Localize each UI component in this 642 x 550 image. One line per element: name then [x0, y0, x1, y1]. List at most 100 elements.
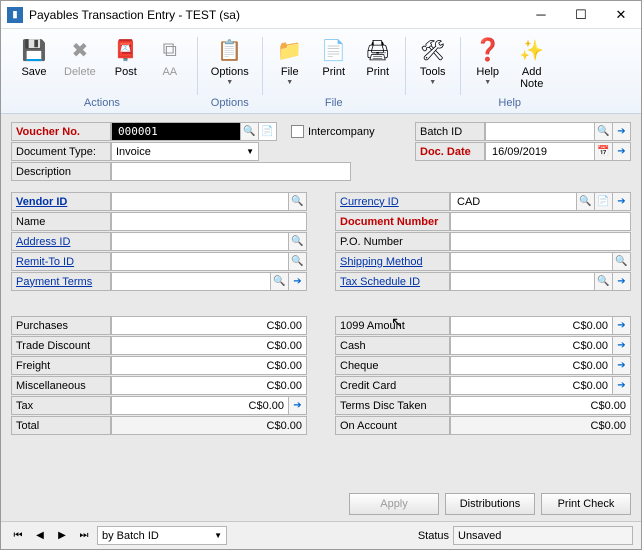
ribbon-group-options: 📋 Options ▼ Options [198, 33, 262, 113]
cash-label: Cash [335, 336, 450, 355]
note-icon[interactable]: 📄 [594, 192, 613, 211]
expand-arrow-icon[interactable]: ➔ [612, 142, 631, 161]
address-id-input[interactable] [116, 235, 284, 249]
app-window: ▮ Payables Transaction Entry - TEST (sa)… [0, 0, 642, 550]
nav-prev-button[interactable]: ◀ [31, 527, 49, 545]
minimize-button[interactable]: ─ [521, 1, 561, 29]
lookup-icon[interactable]: 🔍 [240, 122, 259, 141]
miscellaneous-value[interactable]: C$0.00 [111, 376, 307, 395]
batch-id-label: Batch ID [415, 122, 485, 141]
addnote-label: Add Note [520, 66, 543, 90]
purchases-value[interactable]: C$0.00 [111, 316, 307, 335]
status-label: Status [418, 530, 449, 542]
add-note-button[interactable]: ✨ Add Note [511, 33, 553, 95]
lookup-icon[interactable]: 🔍 [270, 272, 289, 291]
chevron-down-icon: ▼ [484, 79, 491, 86]
tools-label: Tools [420, 66, 446, 78]
lookup-icon[interactable]: 🔍 [612, 252, 631, 271]
document-number-label: Document Number [335, 212, 450, 231]
intercompany-checkbox[interactable] [291, 125, 304, 138]
purchases-label: Purchases [11, 316, 111, 335]
name-input[interactable] [116, 215, 302, 229]
lookup-icon[interactable]: 🔍 [288, 252, 307, 271]
lookup-icon[interactable]: 🔍 [576, 192, 595, 211]
help-button[interactable]: ❓ Help ▼ [467, 33, 509, 95]
group-label-tools [431, 95, 434, 113]
expand-arrow-icon[interactable]: ➔ [288, 272, 307, 291]
po-number-input[interactable] [455, 235, 626, 249]
lookup-icon[interactable]: 🔍 [288, 192, 307, 211]
expand-arrow-icon[interactable]: ➔ [612, 356, 631, 375]
delete-x-icon: ✖ [66, 36, 94, 64]
ribbon-group-help: ❓ Help ▼ ✨ Add Note Help [461, 33, 559, 113]
vendor-id-input[interactable] [116, 195, 284, 209]
note-icon[interactable]: 📄 [258, 122, 277, 141]
print-button[interactable]: 🖨 Print [357, 33, 399, 95]
document-icon: 📄 [320, 36, 348, 64]
remit-to-id-input[interactable] [116, 255, 284, 269]
voucher-no-input[interactable] [116, 124, 236, 139]
doc-date-input[interactable] [490, 145, 590, 159]
expand-arrow-icon[interactable]: ➔ [612, 316, 631, 335]
options-button[interactable]: 📋 Options ▼ [204, 33, 256, 95]
credit-card-value[interactable]: C$0.00 [450, 376, 613, 395]
nav-last-button[interactable]: ⏭ [75, 527, 93, 545]
save-button[interactable]: 💾 Save [13, 33, 55, 95]
address-id-label[interactable]: Address ID [11, 232, 111, 251]
nav-by-select[interactable]: by Batch ID ▼ [97, 526, 227, 545]
expand-arrow-icon[interactable]: ➔ [612, 336, 631, 355]
expand-arrow-icon[interactable]: ➔ [612, 376, 631, 395]
window-title: Payables Transaction Entry - TEST (sa) [29, 8, 521, 22]
lookup-icon[interactable]: 🔍 [594, 122, 613, 141]
payment-terms-input[interactable] [116, 275, 266, 289]
freight-value[interactable]: C$0.00 [111, 356, 307, 375]
apply-button[interactable]: Apply [349, 493, 439, 515]
document-type-select[interactable]: Invoice ▼ [111, 142, 259, 161]
cheque-value[interactable]: C$0.00 [450, 356, 613, 375]
cash-value[interactable]: C$0.00 [450, 336, 613, 355]
lookup-icon[interactable]: 🔍 [288, 232, 307, 251]
form-area: Voucher No. 🔍 📄 Intercompany Batch ID 🔍 … [1, 114, 641, 487]
distributions-button[interactable]: Distributions [445, 493, 535, 515]
nav-next-button[interactable]: ▶ [53, 527, 71, 545]
batch-id-input[interactable] [490, 125, 590, 139]
currency-id-input[interactable] [455, 195, 572, 209]
currency-id-label[interactable]: Currency ID [335, 192, 450, 211]
shipping-method-label[interactable]: Shipping Method [335, 252, 450, 271]
print-preview-button[interactable]: 📄 Print [313, 33, 355, 95]
tax-schedule-id-label[interactable]: Tax Schedule ID [335, 272, 450, 291]
aa-button[interactable]: ⧉ AA [149, 33, 191, 95]
description-input[interactable] [116, 165, 346, 179]
expand-arrow-icon[interactable]: ➔ [612, 122, 631, 141]
group-label-help: Help [498, 95, 521, 113]
expand-arrow-icon[interactable]: ➔ [612, 272, 631, 291]
tax-value[interactable]: C$0.00 [111, 396, 289, 415]
app-icon: ▮ [7, 7, 23, 23]
post-button[interactable]: 📮 Post [105, 33, 147, 95]
tax-label: Tax [11, 396, 111, 415]
maximize-button[interactable]: ☐ [561, 1, 601, 29]
expand-arrow-icon[interactable]: ➔ [288, 396, 307, 415]
print-check-button[interactable]: Print Check [541, 493, 631, 515]
post-icon: 📮 [112, 36, 140, 64]
calendar-icon[interactable]: 📅 [594, 142, 613, 161]
document-number-input[interactable] [455, 215, 626, 229]
terms-disc-value[interactable]: C$0.00 [450, 396, 631, 415]
vendor-id-label[interactable]: Vendor ID [11, 192, 111, 211]
terms-disc-label: Terms Disc Taken [335, 396, 450, 415]
close-button[interactable]: ✕ [601, 1, 641, 29]
nav-first-button[interactable]: ⏮ [9, 527, 27, 545]
shipping-method-input[interactable] [455, 255, 608, 269]
delete-button[interactable]: ✖ Delete [57, 33, 103, 95]
tax-schedule-id-input[interactable] [455, 275, 590, 289]
tools-button[interactable]: 🛠 Tools ▼ [412, 33, 454, 95]
a1099-value[interactable]: C$0.00 [450, 316, 613, 335]
payment-terms-label[interactable]: Payment Terms [11, 272, 111, 291]
group-label-file: File [325, 95, 343, 113]
file-button[interactable]: 📁 File ▼ [269, 33, 311, 95]
lookup-icon[interactable]: 🔍 [594, 272, 613, 291]
remit-to-id-label[interactable]: Remit-To ID [11, 252, 111, 271]
amounts-left: PurchasesC$0.00 Trade DiscountC$0.00 Fre… [11, 316, 307, 436]
expand-arrow-icon[interactable]: ➔ [612, 192, 631, 211]
trade-discount-value[interactable]: C$0.00 [111, 336, 307, 355]
